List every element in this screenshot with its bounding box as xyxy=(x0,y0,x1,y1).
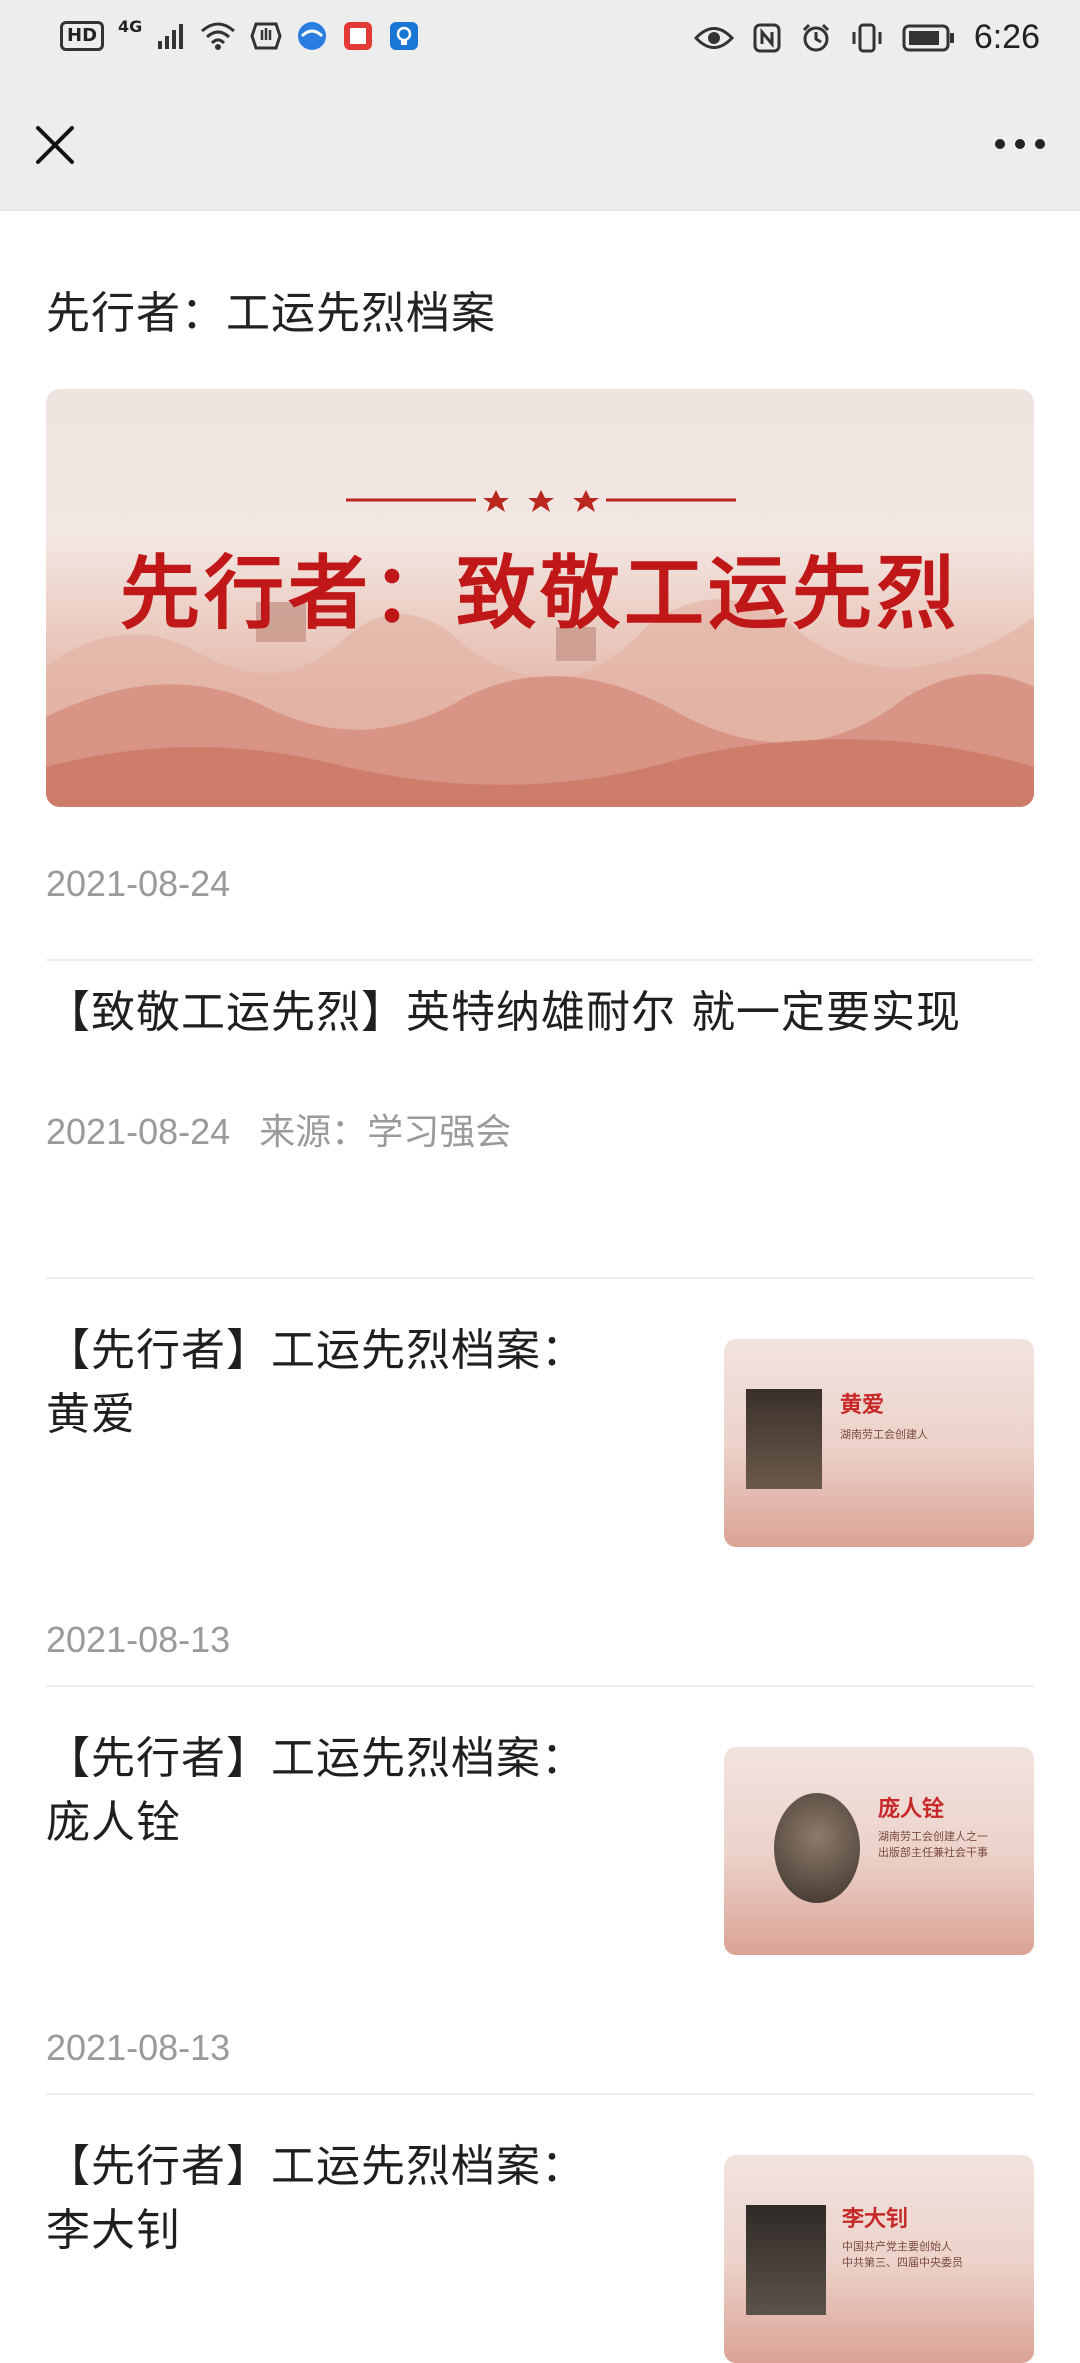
battery-icon xyxy=(902,24,954,51)
article-thumbnail: 黄爱 湖南劳工会创建人 xyxy=(724,1339,1034,1547)
article-title-line1: 【先行者】工运先烈档案： xyxy=(46,2141,586,2192)
featured-banner[interactable]: 先行者：致敬工运先烈 xyxy=(46,389,1034,807)
list-item[interactable]: 【致敬工运先烈】英特纳雄耐尔 就一定要实现 2021-08-24 来源：学习强会 xyxy=(0,961,1080,1277)
article-date: 2021-08-24 xyxy=(46,1111,231,1152)
thumb-caption: 中国共产党主要创始人 中共第三、四届中央委员 xyxy=(842,2240,963,2269)
article-source: 学习强会 xyxy=(367,1111,512,1152)
browser-icon xyxy=(298,22,327,50)
source-label: 来源： xyxy=(259,1111,368,1152)
list-item[interactable]: 【先行者】工运先烈档案： 黄爱 黄爱 湖南劳工会创建人 2021-08-13 xyxy=(0,1279,1080,1685)
thumb-caption: 湖南劳工会创建人之一 出版部主任兼社会干事 xyxy=(878,1830,988,1859)
banner-date: 2021-08-24 xyxy=(46,863,231,904)
clock: 6:26 xyxy=(973,18,1040,56)
banner-title: 先行者：致敬工运先烈 xyxy=(120,547,960,640)
top-nav-bar xyxy=(0,82,1080,211)
article-title-line2: 黄爱 xyxy=(46,1389,136,1440)
more-icon[interactable] xyxy=(988,122,1052,166)
app-red-icon xyxy=(344,22,373,50)
article-meta: 2021-08-24 来源：学习强会 xyxy=(46,1103,511,1155)
status-bar: HD 4G 6:26 xyxy=(0,0,1080,82)
thumb-caption: 湖南劳工会创建人 xyxy=(840,1428,928,1441)
thumb-name: 庞人铨 xyxy=(878,1797,945,1822)
portrait-photo xyxy=(746,1389,822,1489)
article-title-line2: 李大钊 xyxy=(46,2205,181,2256)
hand-icon xyxy=(250,22,282,50)
article-title: 【致敬工运先烈】英特纳雄耐尔 就一定要实现 xyxy=(46,987,961,1038)
portrait-photo xyxy=(746,2205,826,2315)
network-type: 4G xyxy=(118,16,143,36)
thumb-name: 李大钊 xyxy=(842,2207,909,2232)
article-title: 【先行者】工运先烈档案： 李大钊 xyxy=(46,2135,686,2263)
article-date: 2021-08-13 xyxy=(46,1619,231,1660)
eye-icon xyxy=(693,26,734,49)
status-right: 6:26 xyxy=(693,18,1040,57)
article-title-line1: 【先行者】工运先烈档案： xyxy=(46,1325,586,1376)
star-ornament xyxy=(346,490,736,512)
wifi-icon xyxy=(201,22,236,50)
article-title-line2: 庞人铨 xyxy=(46,1797,181,1848)
alarm-icon xyxy=(802,23,829,51)
page-title: 先行者：工运先烈档案 xyxy=(46,288,496,339)
list-item[interactable]: 【先行者】工运先烈档案： 李大钊 李大钊 中国共产党主要创始人 中共第三、四届中… xyxy=(0,2095,1080,2363)
article-title: 【先行者】工运先烈档案： 黄爱 xyxy=(46,1319,686,1447)
status-left: HD 4G xyxy=(60,16,420,52)
article-thumbnail: 庞人铨 湖南劳工会创建人之一 出版部主任兼社会干事 xyxy=(724,1747,1034,1955)
article-title-line1: 【先行者】工运先烈档案： xyxy=(46,1733,586,1784)
article-date: 2021-08-13 xyxy=(46,2027,231,2068)
article-thumbnail: 李大钊 中国共产党主要创始人 中共第三、四届中央委员 xyxy=(724,2155,1034,2363)
nfc-icon xyxy=(753,23,781,52)
hd-badge: HD xyxy=(60,21,105,51)
portrait-photo xyxy=(774,1793,860,1903)
vibrate-icon xyxy=(852,23,882,52)
list-item[interactable]: 【先行者】工运先烈档案： 庞人铨 庞人铨 湖南劳工会创建人之一 出版部主任兼社会… xyxy=(0,1687,1080,2093)
close-icon[interactable] xyxy=(30,120,80,170)
signal-icon xyxy=(158,24,184,49)
thumb-name: 黄爱 xyxy=(840,1393,885,1418)
article-title: 【先行者】工运先烈档案： 庞人铨 xyxy=(46,1727,686,1855)
bulb-icon xyxy=(390,22,419,50)
